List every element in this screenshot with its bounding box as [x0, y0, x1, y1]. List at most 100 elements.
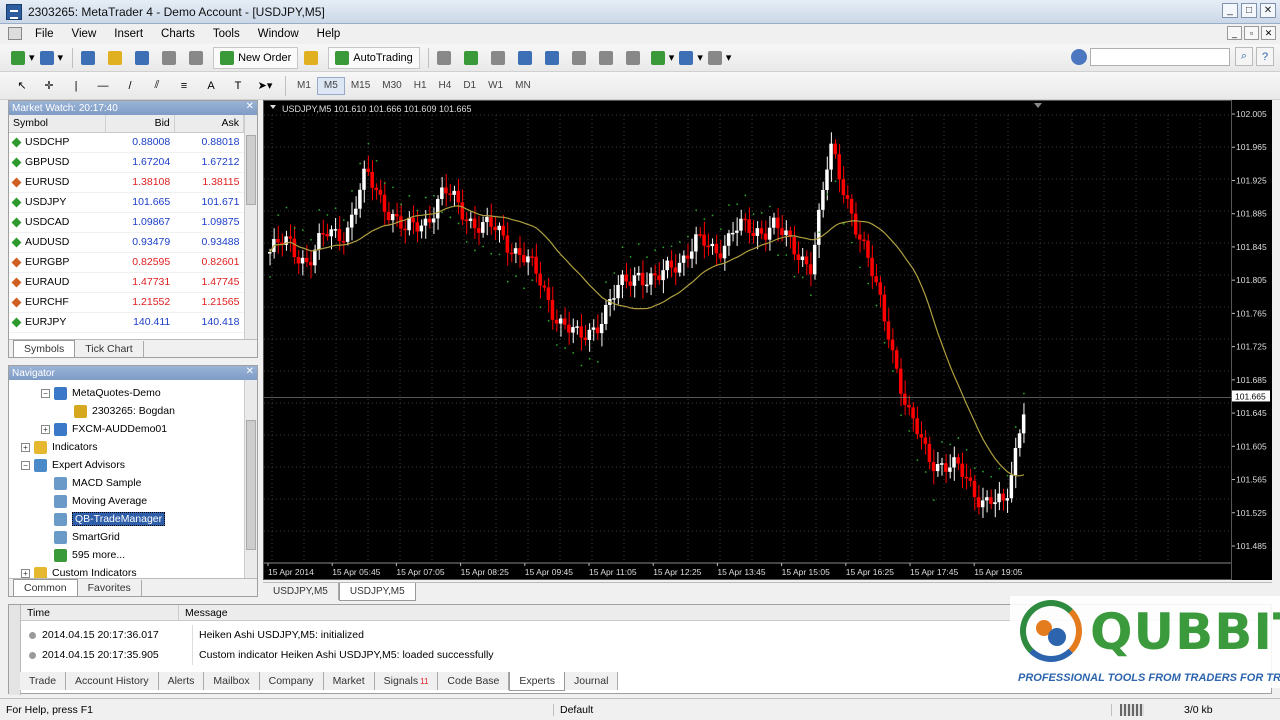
tab-journal[interactable]: Journal — [564, 672, 619, 690]
timeframe-w1[interactable]: W1 — [482, 77, 509, 95]
market-watch-icon[interactable] — [78, 47, 102, 69]
candlesticks-icon[interactable] — [461, 47, 485, 69]
help-search-icon[interactable]: ? — [1256, 47, 1274, 66]
market-watch-row[interactable]: USDJPY 101.665 101.671 — [9, 192, 244, 213]
market-watch-scrollbar[interactable] — [244, 115, 257, 341]
terminal-icon[interactable] — [159, 47, 183, 69]
navigator-item[interactable]: SmartGrid — [41, 528, 120, 546]
close-icon[interactable]: ✕ — [246, 366, 254, 377]
menu-tools[interactable]: Tools — [204, 28, 249, 40]
templates-icon[interactable]: ▾ — [707, 47, 733, 69]
vertical-line-icon[interactable]: | — [64, 75, 88, 97]
chart-restore-button[interactable]: ▫ — [1244, 26, 1259, 40]
market-watch-row[interactable]: EURJPY 140.411 140.418 — [9, 312, 244, 333]
navigator-item[interactable]: Moving Average — [41, 492, 147, 510]
tab-company[interactable]: Company — [259, 672, 324, 690]
timeframe-m30[interactable]: M30 — [376, 77, 407, 95]
line-chart-icon[interactable] — [488, 47, 512, 69]
tab-common[interactable]: Common — [13, 579, 78, 596]
new-chart-icon[interactable]: ▾ — [10, 47, 36, 69]
market-watch-row[interactable]: EURGBP 0.82595 0.82601 — [9, 252, 244, 273]
market-watch-row[interactable]: AUDUSD 0.93479 0.93488 — [9, 232, 244, 253]
column-ask[interactable]: Ask — [174, 115, 245, 133]
close-icon[interactable]: ✕ — [246, 101, 254, 112]
column-bid[interactable]: Bid — [105, 115, 175, 133]
expand-icon[interactable]: + — [21, 568, 30, 578]
tab-experts[interactable]: Experts — [509, 672, 565, 691]
market-watch-row[interactable]: EURAUD 1.47731 1.47745 — [9, 272, 244, 293]
text-label-icon[interactable]: T — [226, 75, 250, 97]
tab-code-base[interactable]: Code Base — [438, 672, 510, 690]
text-icon[interactable]: A — [199, 75, 223, 97]
timeframe-m1[interactable]: M1 — [291, 77, 317, 95]
search-icon[interactable]: ⌕ — [1235, 47, 1253, 66]
chart-canvas[interactable]: USDJPY,M5 101.610 101.666 101.609 101.66… — [264, 101, 1231, 579]
navigator-item[interactable]: MACD Sample — [41, 474, 141, 492]
navigator-item[interactable]: 595 more... — [41, 546, 125, 564]
fibonacci-icon[interactable]: ≡ — [172, 75, 196, 97]
menu-charts[interactable]: Charts — [152, 28, 204, 40]
close-button[interactable]: ✕ — [1260, 3, 1276, 18]
horizontal-line-icon[interactable]: — — [91, 75, 115, 97]
tab-symbols[interactable]: Symbols — [13, 340, 76, 357]
crosshair-icon[interactable]: ✛ — [37, 75, 61, 97]
cursor-icon[interactable]: ↖ — [10, 75, 34, 97]
trendline-icon[interactable]: / — [118, 75, 142, 97]
collapse-icon[interactable]: − — [21, 460, 30, 470]
zoom-in-icon[interactable] — [515, 47, 539, 69]
tab-account-history[interactable]: Account History — [66, 672, 159, 690]
navigator-item[interactable]: − MetaQuotes-Demo — [41, 384, 161, 402]
tab-alerts[interactable]: Alerts — [158, 672, 205, 690]
autotrading-button[interactable]: AutoTrading — [328, 46, 420, 69]
maximize-button[interactable]: □ — [1241, 3, 1257, 18]
navigator-item[interactable]: + FXCM-AUDDemo01 — [41, 420, 167, 438]
chart-window-menu-icon[interactable] — [8, 27, 22, 40]
navigator-item[interactable]: 2303265: Bogdan — [61, 402, 175, 420]
tab-tick-chart[interactable]: Tick Chart — [75, 341, 144, 357]
column-symbol[interactable]: Symbol — [9, 115, 106, 133]
equidistant-channel-icon[interactable]: ⫽ — [145, 75, 169, 97]
column-time[interactable]: Time — [21, 605, 179, 621]
tab-market[interactable]: Market — [323, 672, 375, 690]
timeframe-d1[interactable]: D1 — [457, 77, 482, 95]
search-input[interactable] — [1090, 48, 1230, 66]
navigator-item[interactable]: − Expert Advisors — [21, 456, 125, 474]
menu-window[interactable]: Window — [249, 28, 308, 40]
tab-signals[interactable]: Signals 11 — [374, 672, 439, 690]
expand-icon[interactable]: + — [21, 442, 30, 452]
tab-mailbox[interactable]: Mailbox — [204, 672, 260, 690]
tab-trade[interactable]: Trade — [20, 672, 67, 690]
market-watch-row[interactable]: EURCHF 1.21552 1.21565 — [9, 292, 244, 313]
market-watch-row[interactable]: EURUSD 1.38108 1.38115 — [9, 172, 244, 193]
navigator-item[interactable]: QB-TradeManager — [41, 510, 166, 528]
collapse-icon[interactable]: − — [41, 388, 50, 398]
market-watch-row[interactable]: GBPUSD 1.67204 1.67212 — [9, 152, 244, 173]
arrows-icon[interactable]: ➤▾ — [253, 75, 277, 97]
chart-close-button[interactable]: ✕ — [1261, 26, 1276, 40]
globe-icon[interactable] — [1071, 49, 1087, 65]
menu-file[interactable]: File — [26, 28, 63, 40]
timeframe-h1[interactable]: H1 — [408, 77, 433, 95]
market-watch-row[interactable]: USDCAD 1.09867 1.09875 — [9, 212, 244, 233]
timeframe-m5[interactable]: M5 — [316, 76, 345, 95]
navigator-icon[interactable] — [132, 47, 156, 69]
timeframe-h4[interactable]: H4 — [433, 77, 458, 95]
chart-tab-usdjpy-2[interactable]: USDJPY,M5 — [338, 583, 416, 601]
timeframe-m15[interactable]: M15 — [345, 77, 376, 95]
chart-tab-usdjpy-1[interactable]: USDJPY,M5 — [263, 583, 339, 600]
profiles-icon[interactable]: ▾ — [39, 47, 65, 69]
indicators-icon[interactable]: ▾ — [650, 47, 676, 69]
strategy-tester-icon[interactable] — [186, 47, 210, 69]
tile-windows-icon[interactable] — [569, 47, 593, 69]
data-window-icon[interactable] — [105, 47, 129, 69]
timeframe-mn[interactable]: MN — [509, 77, 537, 95]
expand-icon[interactable]: + — [41, 424, 50, 434]
zoom-out-icon[interactable] — [542, 47, 566, 69]
auto-scroll-icon[interactable] — [623, 47, 647, 69]
bar-chart-icon[interactable] — [434, 47, 458, 69]
navigator-item[interactable]: + Indicators — [21, 438, 98, 456]
menu-insert[interactable]: Insert — [105, 28, 152, 40]
chart-shift-icon[interactable] — [596, 47, 620, 69]
new-order-button[interactable]: New Order — [213, 46, 299, 69]
periods-icon[interactable]: ▾ — [678, 47, 704, 69]
